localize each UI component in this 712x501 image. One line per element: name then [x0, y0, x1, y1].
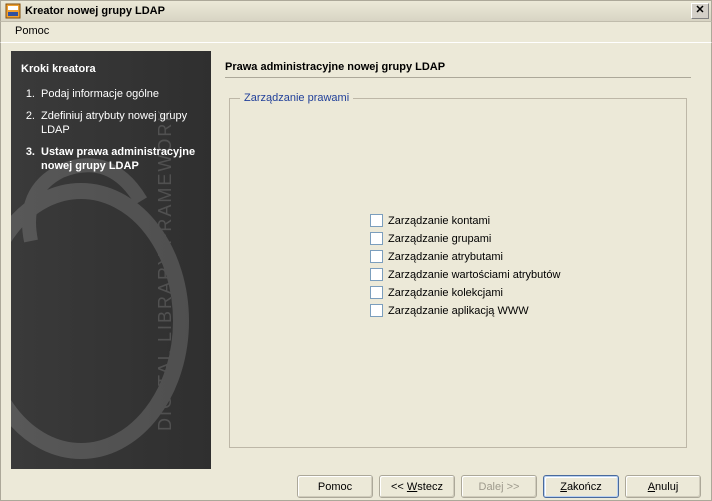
- menubar: Pomoc: [0, 22, 712, 42]
- checkbox-groups[interactable]: [370, 232, 383, 245]
- help-button[interactable]: Pomoc: [297, 475, 373, 498]
- checkbox-row: Zarządzanie wartościami atrybutów: [370, 268, 560, 281]
- cancel-button[interactable]: Anuluj: [625, 475, 701, 498]
- back-button[interactable]: << Wstecz: [379, 475, 455, 498]
- checkbox-row: Zarządzanie atrybutami: [370, 250, 560, 263]
- checkbox-label: Zarządzanie kolekcjami: [388, 287, 503, 299]
- checkbox-row: Zarządzanie kolekcjami: [370, 286, 560, 299]
- sidebar-heading: Kroki kreatora: [21, 63, 201, 75]
- checkbox-row: Zarządzanie aplikacją WWW: [370, 304, 560, 317]
- checkbox-www-app[interactable]: [370, 304, 383, 317]
- checkbox-row: Zarządzanie kontami: [370, 214, 560, 227]
- wizard-step-1: 1. Podaj informacje ogólne: [21, 87, 201, 101]
- groupbox-legend: Zarządzanie prawami: [240, 92, 353, 104]
- rights-groupbox: Zarządzanie prawami Zarządzanie kontami …: [229, 98, 687, 448]
- content-pane: Prawa administracyjne nowej grupy LDAP Z…: [211, 51, 701, 469]
- checkbox-attributes[interactable]: [370, 250, 383, 263]
- wizard-step-label: Ustaw prawa administracyjne nowej grupy …: [41, 145, 201, 173]
- checkbox-label: Zarządzanie wartościami atrybutów: [388, 269, 560, 281]
- checkbox-attribute-values[interactable]: [370, 268, 383, 281]
- checkbox-accounts[interactable]: [370, 214, 383, 227]
- menu-help[interactable]: Pomoc: [9, 23, 55, 39]
- checkbox-label: Zarządzanie atrybutami: [388, 251, 503, 263]
- app-icon: [5, 3, 21, 19]
- wizard-step-label: Podaj informacje ogólne: [41, 87, 159, 101]
- checkbox-collections[interactable]: [370, 286, 383, 299]
- close-button[interactable]: ✕: [691, 3, 709, 19]
- button-row: Pomoc << Wstecz Dalej >> Zakończ Anuluj: [11, 469, 701, 498]
- titlebar: Kreator nowej grupy LDAP ✕: [0, 0, 712, 22]
- window-title: Kreator nowej grupy LDAP: [25, 5, 165, 17]
- next-button: Dalej >>: [461, 475, 537, 498]
- checkbox-label: Zarządzanie grupami: [388, 233, 491, 245]
- wizard-step-2: 2. Zdefiniuj atrybuty nowej grupy LDAP: [21, 109, 201, 137]
- wizard-step-label: Zdefiniuj atrybuty nowej grupy LDAP: [41, 109, 201, 137]
- checkbox-row: Zarządzanie grupami: [370, 232, 560, 245]
- page-title: Prawa administracyjne nowej grupy LDAP: [225, 61, 691, 78]
- checkbox-label: Zarządzanie aplikacją WWW: [388, 305, 529, 317]
- checkbox-label: Zarządzanie kontami: [388, 215, 490, 227]
- finish-button[interactable]: Zakończ: [543, 475, 619, 498]
- wizard-step-3: 3. Ustaw prawa administracyjne nowej gru…: [21, 145, 201, 173]
- wizard-sidebar: DIGITAL LIBRARY FRAMEWORK Kroki kreatora…: [11, 51, 211, 469]
- client-area: DIGITAL LIBRARY FRAMEWORK Kroki kreatora…: [0, 42, 712, 501]
